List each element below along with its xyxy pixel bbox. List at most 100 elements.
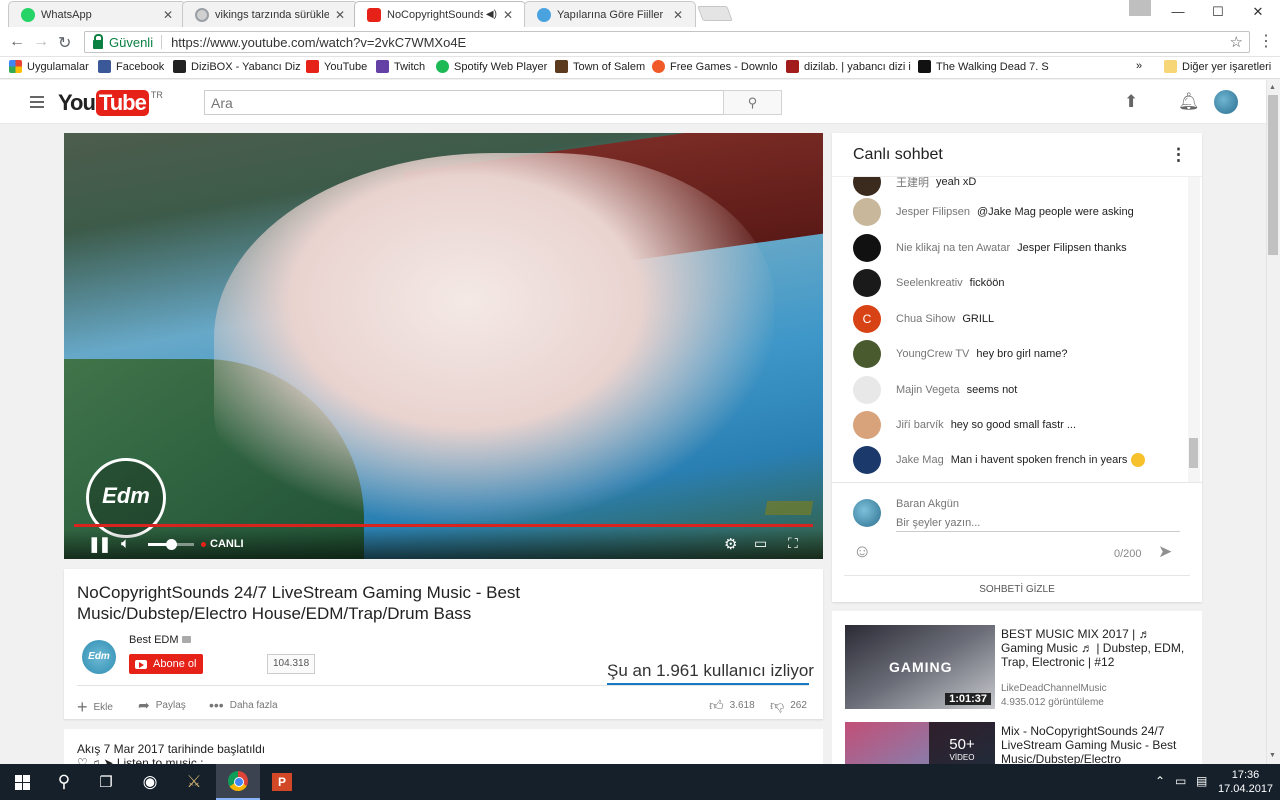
tab-vikings[interactable]: vikings tarzında sürükleyi ✕ (182, 1, 358, 27)
chat-avatar[interactable]: C (853, 305, 881, 333)
tray-chevron-icon[interactable]: ⌃ (1155, 774, 1165, 788)
chat-message-input[interactable] (896, 514, 1180, 532)
reload-icon[interactable]: ↻ (58, 33, 71, 53)
bookmark-dizilab[interactable]: dizilab. | yabancı dizi i (786, 60, 911, 73)
channel-name-link[interactable]: Best EDM (129, 634, 191, 646)
bookmark-youtube[interactable]: YouTube (306, 60, 367, 73)
tab-nocopyrightsounds[interactable]: NoCopyrightSounds 2 ◀) ✕ (354, 1, 526, 27)
chat-author[interactable]: Jake Mag (896, 454, 944, 466)
chat-author[interactable]: Chua Sihow (896, 313, 955, 325)
bookmark-spotify[interactable]: Spotify Web Player (436, 60, 547, 73)
profile-icon[interactable] (1129, 0, 1151, 16)
bookmark-facebook[interactable]: Facebook (98, 60, 164, 73)
chat-avatar[interactable] (853, 198, 881, 226)
pause-button[interactable]: ❚❚ (88, 535, 111, 553)
search-button[interactable]: ⚲ (723, 90, 782, 115)
back-icon[interactable]: ← (9, 33, 25, 51)
chat-author[interactable]: 王建明 (896, 177, 929, 190)
chat-scrollbar[interactable] (1188, 177, 1200, 482)
hamburger-menu-icon[interactable] (30, 96, 44, 108)
minimize-button[interactable]: — (1158, 0, 1198, 24)
forward-icon[interactable]: → (33, 33, 49, 51)
bookmark-dizibox[interactable]: DiziBOX - Yabancı Diz (173, 60, 301, 73)
start-button[interactable] (0, 764, 44, 800)
like-button[interactable]: 👍︎ 3.618 (709, 697, 755, 714)
url-text[interactable]: https://www.youtube.com/watch?v=2vkC7WMX… (171, 35, 466, 50)
volume-handle[interactable] (166, 539, 177, 550)
league-of-legends-icon[interactable]: ⚔ (172, 764, 216, 800)
scroll-down-arrow-icon[interactable]: ▼ (1269, 752, 1276, 759)
bookmark-free-games[interactable]: Free Games - Downlo (652, 60, 778, 73)
chat-avatar[interactable] (853, 376, 881, 404)
volume-icon[interactable]: 🔈︎ (121, 535, 130, 552)
more-actions-button[interactable]: ••• Daha fazla (209, 697, 278, 713)
close-window-button[interactable]: ✕ (1238, 0, 1278, 24)
chrome-taskbar-button[interactable] (216, 764, 260, 800)
theater-mode-icon[interactable]: ▭ (754, 535, 767, 552)
close-tab-icon[interactable]: ✕ (335, 8, 345, 22)
chat-avatar[interactable] (853, 234, 881, 262)
close-tab-icon[interactable]: ✕ (673, 8, 683, 22)
tab-whatsapp[interactable]: WhatsApp ✕ (8, 1, 186, 27)
progress-bar[interactable] (74, 524, 813, 527)
browser-menu-icon[interactable]: ⋮ (1258, 31, 1274, 51)
chat-author[interactable]: Seelenkreativ (896, 277, 963, 289)
new-tab-button[interactable] (697, 6, 733, 21)
bell-icon[interactable]: 🔔︎ (1178, 92, 1200, 112)
chat-text: seems not (966, 384, 1018, 396)
add-to-button[interactable]: + Ekle (77, 697, 113, 718)
chat-avatar[interactable] (853, 177, 881, 196)
recommended-title[interactable]: Mix - NoCopyrightSounds 24/7 LiveStream … (1001, 724, 1191, 766)
page-scrollbar-thumb[interactable] (1268, 95, 1278, 255)
video-player[interactable]: Edm ❚❚ 🔈︎ CANLI ⚙ ▭ ⛶ (64, 133, 823, 559)
taskbar-clock[interactable]: 17:36 17.04.2017 (1218, 768, 1273, 796)
chat-author[interactable]: YoungCrew TV (896, 348, 969, 360)
settings-gear-icon[interactable]: ⚙ (724, 535, 737, 553)
chat-avatar[interactable] (853, 340, 881, 368)
search-icon[interactable]: ⚲ (42, 764, 86, 800)
other-bookmarks-folder[interactable]: Diğer yer işaretleri (1164, 60, 1271, 73)
action-center-icon[interactable]: ▤ (1196, 774, 1207, 788)
bookmarks-overflow-button[interactable]: » (1136, 60, 1142, 72)
account-avatar[interactable] (1214, 90, 1238, 114)
video-thumbnail[interactable]: GAMING 1:01:37 (845, 625, 995, 709)
chat-avatar[interactable] (853, 446, 881, 474)
bookmark-walking-dead[interactable]: The Walking Dead 7. S (918, 60, 1049, 73)
bookmark-twitch[interactable]: Twitch (376, 60, 425, 73)
chat-author[interactable]: Jesper Filipsen (896, 206, 970, 218)
dislike-button[interactable]: 👎︎ 262 (770, 697, 807, 714)
subscribe-button[interactable]: Abone ol (129, 654, 204, 674)
network-icon[interactable]: ▭ (1175, 774, 1186, 788)
chat-author[interactable]: Nie klikaj na ten Awatar (896, 242, 1010, 254)
tab-fiiller[interactable]: Yapılarına Göre Fiiller (Ba ✕ (524, 1, 696, 27)
channel-avatar[interactable]: Edm (82, 640, 116, 674)
close-tab-icon[interactable]: ✕ (163, 8, 173, 22)
chat-author[interactable]: Majin Vegeta (896, 384, 960, 396)
bookmark-star-icon[interactable]: ☆ (1230, 33, 1243, 51)
chat-menu-icon[interactable]: ⋮ (1170, 145, 1187, 165)
youtube-logo[interactable]: You Tube TR (58, 90, 163, 116)
share-button[interactable]: ➦ Paylaş (138, 697, 186, 714)
task-view-icon[interactable]: ❐ (84, 764, 128, 800)
close-tab-icon[interactable]: ✕ (503, 8, 513, 22)
hide-chat-button[interactable]: SOHBETİ GİZLE (844, 575, 1190, 603)
recommended-video[interactable]: GAMING 1:01:37 BEST MUSIC MIX 2017 | ♬ G… (845, 625, 1195, 715)
bookmark-town-of-salem[interactable]: Town of Salem (555, 60, 645, 73)
scroll-up-arrow-icon[interactable]: ▲ (1269, 84, 1276, 91)
send-icon[interactable]: ➤ (1158, 542, 1172, 562)
recommended-title[interactable]: BEST MUSIC MIX 2017 | ♬ Gaming Music ♬ |… (1001, 627, 1191, 669)
address-bar[interactable]: Güvenli https://www.youtube.com/watch?v=… (84, 31, 1250, 53)
chat-author[interactable]: Jiří barvík (896, 419, 944, 431)
steam-icon[interactable]: ◉ (128, 764, 172, 800)
emoji-picker-icon[interactable]: ☺ (853, 541, 871, 562)
search-input[interactable] (204, 90, 724, 115)
upload-icon[interactable]: ⬆ (1124, 92, 1138, 112)
maximize-button[interactable]: ☐ (1198, 0, 1238, 24)
bookmark-apps[interactable]: Uygulamalar (9, 60, 89, 73)
chat-avatar[interactable] (853, 269, 881, 297)
powerpoint-taskbar-button[interactable]: P (260, 764, 304, 800)
chat-avatar[interactable] (853, 411, 881, 439)
fullscreen-icon[interactable]: ⛶ (788, 535, 798, 552)
chat-scrollbar-thumb[interactable] (1189, 438, 1198, 468)
volume-slider[interactable] (148, 539, 194, 550)
